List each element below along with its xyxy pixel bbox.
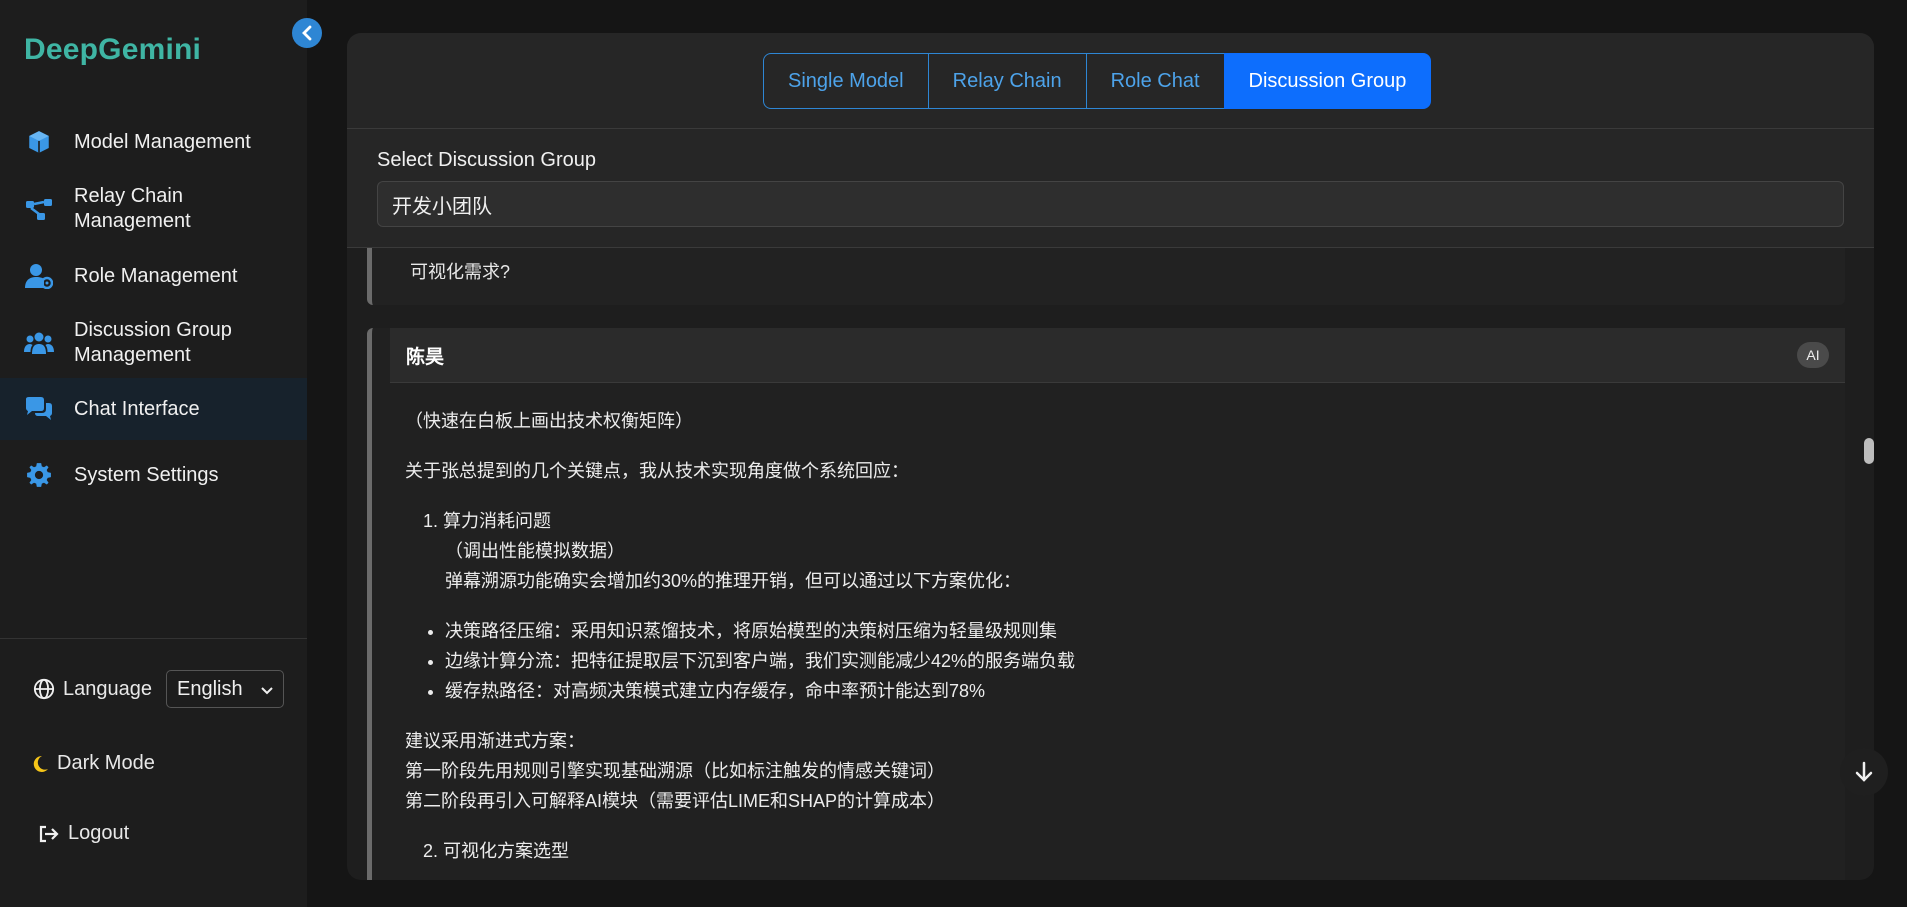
- logout-icon: [38, 824, 60, 844]
- sidebar-item-label: Chat Interface: [74, 398, 200, 420]
- message-author: 陈昊: [406, 346, 445, 368]
- logout-label: Logout: [68, 822, 130, 844]
- message-line: 弹幕溯源功能确实会增加约30%的推理开销，但可以通过以下方案优化：: [445, 571, 1022, 591]
- message-bullet-list: 决策路径压缩：采用知识蒸馏技术，将原始模型的决策树压缩为轻量级规则集 边缘计算分…: [405, 616, 1805, 706]
- cube-icon: [24, 127, 54, 157]
- message-line: 第二阶段再引入可解释AI模块（需要评估LIME和SHAP的计算成本）: [405, 791, 946, 811]
- sidebar-item-chat-interface[interactable]: Chat Interface: [0, 378, 307, 440]
- message-line: （调出性能模拟数据）: [445, 541, 625, 561]
- chevron-left-icon: [301, 25, 313, 41]
- tab-relay-chain[interactable]: Relay Chain: [927, 53, 1087, 109]
- mode-tabs-bar: Single Model Relay Chain Role Chat Discu…: [347, 33, 1874, 129]
- message-body: （快速在白板上画出技术权衡矩阵） 关于张总提到的几个关键点，我从技术实现角度做个…: [405, 406, 1805, 866]
- group-select-label: Select Discussion Group: [377, 149, 596, 171]
- chat-scrollbar-thumb[interactable]: [1864, 438, 1874, 464]
- sidebar-divider: [0, 638, 307, 639]
- sidebar-item-label: Model Management: [74, 131, 251, 153]
- sidebar-item-label: System Settings: [74, 464, 219, 486]
- sidebar-item-label: Relay Chain Management: [74, 185, 191, 232]
- language-value: English: [176, 677, 243, 700]
- list-item: 决策路径压缩：采用知识蒸馏技术，将原始模型的决策树压缩为轻量级规则集: [445, 616, 1805, 646]
- message-line: 建议采用渐进式方案：: [405, 731, 585, 751]
- dark-mode-toggle[interactable]: Dark Mode: [33, 752, 155, 775]
- logout-button[interactable]: Logout: [38, 822, 129, 845]
- main-panel: Single Model Relay Chain Role Chat Discu…: [347, 33, 1874, 880]
- sidebar: DeepGemini Model Management Relay Chain …: [0, 0, 307, 907]
- sidebar-item-label: Role Management: [74, 265, 238, 287]
- chat-message: 陈昊 AI （快速在白板上画出技术权衡矩阵） 关于张总提到的几个关键点，我从技术…: [367, 328, 1845, 880]
- scroll-to-bottom-button[interactable]: [1840, 748, 1888, 796]
- message-line: 第一阶段先用规则引擎实现基础溯源（比如标注触发的情感关键词）: [405, 761, 945, 781]
- chat-bubbles-icon: [24, 394, 54, 424]
- message-line: （快速在白板上画出技术权衡矩阵）: [405, 411, 693, 431]
- tab-single-model[interactable]: Single Model: [763, 53, 929, 109]
- globe-icon: [33, 678, 55, 700]
- moon-icon: [33, 755, 49, 773]
- tab-discussion-group[interactable]: Discussion Group: [1223, 53, 1432, 109]
- group-select[interactable]: 开发小团队: [377, 181, 1844, 227]
- list-item: 边缘计算分流：把特征提取层下沉到客户端，我们实测能减少42%的服务端负载: [445, 646, 1805, 676]
- group-select-area: Select Discussion Group 开发小团队: [347, 129, 1874, 248]
- sidebar-item-label: Discussion Group Management: [74, 319, 232, 366]
- chat-messages[interactable]: 可视化需求? 陈昊 AI （快速在白板上画出技术权衡矩阵） 关于张总提到的几个关…: [347, 248, 1874, 880]
- ai-badge: AI: [1797, 342, 1829, 368]
- brand-logo[interactable]: DeepGemini: [24, 33, 201, 67]
- dark-mode-label: Dark Mode: [57, 752, 155, 774]
- sidebar-item-relay-chain-management[interactable]: Relay Chain Management: [0, 174, 307, 244]
- chain-nodes-icon: [24, 194, 54, 224]
- gear-icon: [24, 460, 54, 490]
- message-list-item: 1. 算力消耗问题: [423, 511, 552, 531]
- message-list-item: 2. 可视化方案选型: [423, 841, 570, 861]
- sidebar-item-model-management[interactable]: Model Management: [0, 110, 307, 174]
- list-item: 缓存热路径：对高频决策模式建立内存缓存，命中率预计能达到78%: [445, 676, 1805, 706]
- sidebar-item-role-management[interactable]: Role Management: [0, 244, 307, 308]
- sidebar-nav: Model Management Relay Chain Management …: [0, 110, 307, 510]
- mode-tabs: Single Model Relay Chain Role Chat Discu…: [763, 53, 1432, 109]
- arrow-down-icon: [1854, 761, 1874, 783]
- collapse-sidebar-button[interactable]: [292, 18, 322, 48]
- language-label: Language: [63, 677, 152, 700]
- chat-message: 可视化需求?: [367, 248, 1845, 305]
- message-header: 陈昊 AI: [390, 328, 1845, 383]
- sidebar-item-discussion-group-management[interactable]: Discussion Group Management: [0, 308, 307, 378]
- users-icon: [24, 328, 54, 358]
- tab-role-chat[interactable]: Role Chat: [1085, 53, 1225, 109]
- message-line: 关于张总提到的几个关键点，我从技术实现角度做个系统回应：: [405, 461, 909, 481]
- language-row: Language English: [33, 670, 284, 708]
- language-select[interactable]: English: [165, 670, 284, 708]
- user-cog-icon: [24, 261, 54, 291]
- message-text: 可视化需求?: [410, 262, 511, 282]
- sidebar-item-system-settings[interactable]: System Settings: [0, 440, 307, 510]
- chevron-down-icon: [261, 678, 273, 701]
